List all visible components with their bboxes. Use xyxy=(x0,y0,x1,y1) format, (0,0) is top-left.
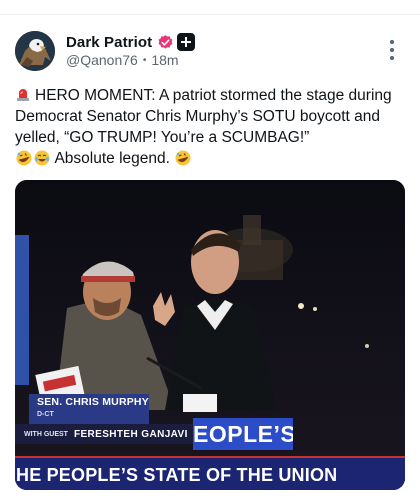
post-timestamp[interactable]: 18m xyxy=(151,52,178,68)
podium-sign-label: EOPLE’S xyxy=(193,420,293,447)
rolling-laughing-emoji-icon xyxy=(16,150,32,166)
post-text-tail: Absolute legend. xyxy=(54,150,170,167)
video-banner-text: HE PEOPLE’S STATE OF THE UNION xyxy=(16,464,338,485)
more-options-icon[interactable] xyxy=(386,40,398,60)
tears-of-joy-emoji-icon xyxy=(34,150,50,166)
author-name-row: Dark Patriot xyxy=(66,32,196,52)
lower-third-senator-name: SEN. CHRIS MURPHY xyxy=(37,396,149,408)
plus-badge-icon xyxy=(177,33,196,51)
meta-separator: • xyxy=(142,54,147,66)
post-body: HERO MOMENT: A patriot stormed the stage… xyxy=(15,85,407,169)
author-handle[interactable]: @Qanon76 xyxy=(66,52,138,68)
post-text-main: HERO MOMENT: A patriot stormed the stage… xyxy=(15,87,392,146)
podium-sign-text: EOPLE’S xyxy=(193,418,293,450)
verified-badge-icon xyxy=(157,34,174,51)
author-display-name[interactable]: Dark Patriot xyxy=(66,34,152,51)
rolling-laughing-emoji-icon xyxy=(175,150,191,166)
siren-emoji-icon xyxy=(15,86,31,102)
video-player[interactable]: SEN. CHRIS MURPHY D-CT WITH GUEST FERESH… xyxy=(15,180,405,490)
guest-name: FERESHTEH GANJAVI xyxy=(73,428,188,440)
lower-third-guest: WITH GUEST FERESHTEH GANJAVI xyxy=(15,424,195,444)
video-banner: HE PEOPLE’S STATE OF THE UNION xyxy=(15,456,405,490)
guest-prefix: WITH GUEST xyxy=(24,430,68,438)
top-divider xyxy=(0,14,420,15)
author-meta-row: @Qanon76 • 18m xyxy=(66,52,179,68)
lower-third-party: D-CT xyxy=(37,411,54,418)
lower-third-name: SEN. CHRIS MURPHY D-CT xyxy=(29,394,149,424)
eagle-avatar-icon[interactable] xyxy=(15,31,55,71)
